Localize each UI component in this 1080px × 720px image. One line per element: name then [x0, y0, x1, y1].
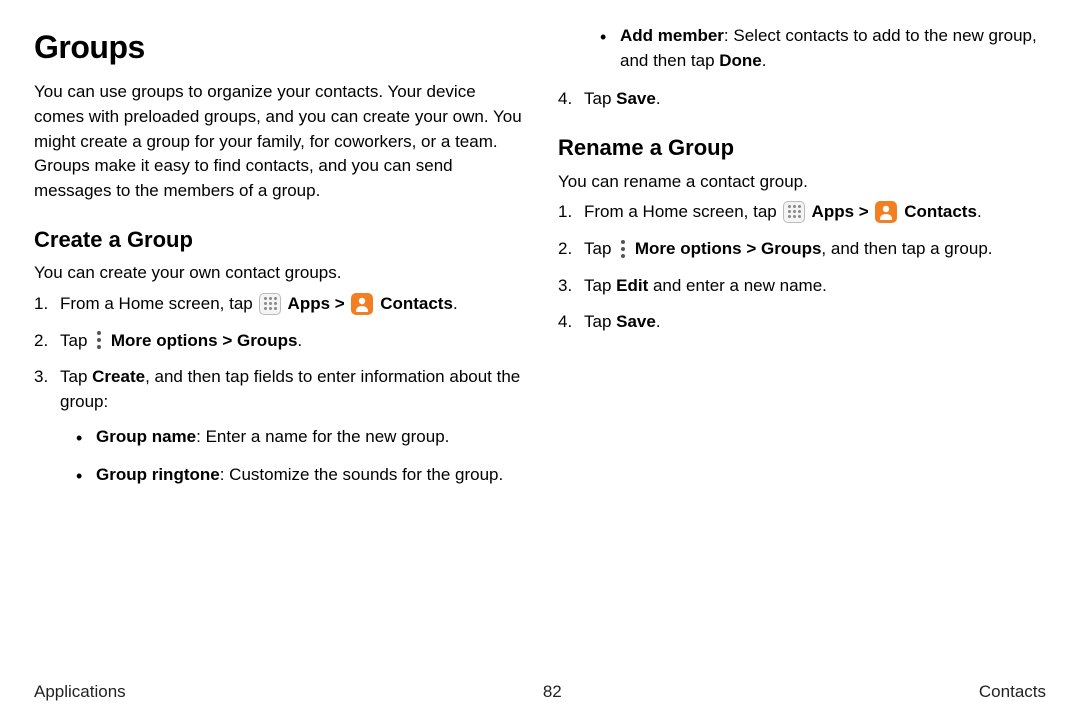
page-columns: Groups You can use groups to organize yo…: [34, 24, 1046, 674]
contacts-icon: [351, 293, 373, 315]
apps-label: Apps: [807, 202, 858, 221]
create-step-2: 2. Tap More options > Groups.: [34, 329, 522, 354]
groups-label: Groups: [232, 331, 297, 350]
create-steps: 1. From a Home screen, tap Apps > Contac…: [34, 292, 522, 488]
apps-label: Apps: [283, 294, 334, 313]
edit-label: Edit: [616, 276, 648, 295]
contacts-label: Contacts: [899, 202, 976, 221]
rename-steps: 1. From a Home screen, tap Apps > Contac…: [558, 200, 1046, 335]
step-text: Tap: [584, 239, 616, 258]
create-label: Create: [92, 367, 145, 386]
period: .: [297, 331, 302, 350]
chevron-icon: >: [335, 294, 345, 313]
create-step-1: 1. From a Home screen, tap Apps > Contac…: [34, 292, 522, 317]
left-column: Groups You can use groups to organize yo…: [34, 24, 522, 674]
step-number: 1.: [34, 292, 48, 317]
create-sub-bullets: Group name: Enter a name for the new gro…: [60, 425, 522, 488]
step-text: Tap: [60, 331, 92, 350]
save-label: Save: [616, 89, 656, 108]
intro-paragraph: You can use groups to organize your cont…: [34, 80, 522, 203]
step-number: 2.: [558, 237, 572, 262]
footer-page-number: 82: [543, 682, 562, 702]
step-text: Tap: [584, 276, 616, 295]
bullet-text: : Customize the sounds for the group.: [220, 465, 504, 484]
chevron-icon: >: [859, 202, 869, 221]
more-options-label: More options: [630, 239, 746, 258]
rename-intro: You can rename a contact group.: [558, 170, 1046, 195]
step-text: Tap: [584, 89, 616, 108]
rename-step-4: 4. Tap Save.: [558, 310, 1046, 335]
page-footer: Applications 82 Contacts: [34, 674, 1046, 702]
more-options-icon: [618, 239, 628, 259]
step-number: 2.: [34, 329, 48, 354]
step-text: and enter a new name.: [648, 276, 827, 295]
bullet-label: Group ringtone: [96, 465, 220, 484]
period: .: [762, 51, 767, 70]
step-number: 4.: [558, 310, 572, 335]
step-number: 4.: [558, 87, 572, 112]
groups-label: Groups: [756, 239, 821, 258]
period: .: [656, 89, 661, 108]
heading-rename-group: Rename a Group: [558, 132, 1046, 164]
bullet-group-ringtone: Group ringtone: Customize the sounds for…: [76, 463, 522, 488]
step-text: Tap: [584, 312, 616, 331]
spacer: [869, 202, 874, 221]
done-label: Done: [719, 51, 762, 70]
step-number: 3.: [558, 274, 572, 299]
period: .: [977, 202, 982, 221]
step-text: Tap: [60, 367, 92, 386]
step-number: 1.: [558, 200, 572, 225]
save-label: Save: [616, 312, 656, 331]
bullet-label: Add member: [620, 26, 724, 45]
create-sub-bullets-continued: Add member: Select contacts to add to th…: [558, 24, 1046, 73]
chevron-icon: >: [222, 331, 232, 350]
create-intro: You can create your own contact groups.: [34, 261, 522, 286]
heading-create-group: Create a Group: [34, 224, 522, 256]
step-text: , and then tap a group.: [821, 239, 992, 258]
step-text: From a Home screen, tap: [60, 294, 257, 313]
create-step-4: 4. Tap Save.: [558, 87, 1046, 112]
create-step-3: 3. Tap Create, and then tap fields to en…: [34, 365, 522, 488]
rename-step-1: 1. From a Home screen, tap Apps > Contac…: [558, 200, 1046, 225]
footer-left: Applications: [34, 682, 126, 702]
footer-right: Contacts: [979, 682, 1046, 702]
apps-icon: [259, 293, 281, 315]
chevron-icon: >: [746, 239, 756, 258]
period: .: [453, 294, 458, 313]
spacer: [345, 294, 350, 313]
more-options-icon: [94, 330, 104, 350]
period: .: [656, 312, 661, 331]
bullet-text: : Enter a name for the new group.: [196, 427, 449, 446]
rename-step-2: 2. Tap More options > Groups, and then t…: [558, 237, 1046, 262]
more-options-label: More options: [106, 331, 222, 350]
right-column: Add member: Select contacts to add to th…: [558, 24, 1046, 674]
apps-icon: [783, 201, 805, 223]
bullet-label: Group name: [96, 427, 196, 446]
step-text: From a Home screen, tap: [584, 202, 781, 221]
step-number: 3.: [34, 365, 48, 390]
contacts-icon: [875, 201, 897, 223]
contacts-label: Contacts: [375, 294, 452, 313]
page-title: Groups: [34, 24, 522, 70]
bullet-group-name: Group name: Enter a name for the new gro…: [76, 425, 522, 450]
create-step-4-list: 4. Tap Save.: [558, 87, 1046, 112]
bullet-add-member: Add member: Select contacts to add to th…: [600, 24, 1046, 73]
rename-step-3: 3. Tap Edit and enter a new name.: [558, 274, 1046, 299]
